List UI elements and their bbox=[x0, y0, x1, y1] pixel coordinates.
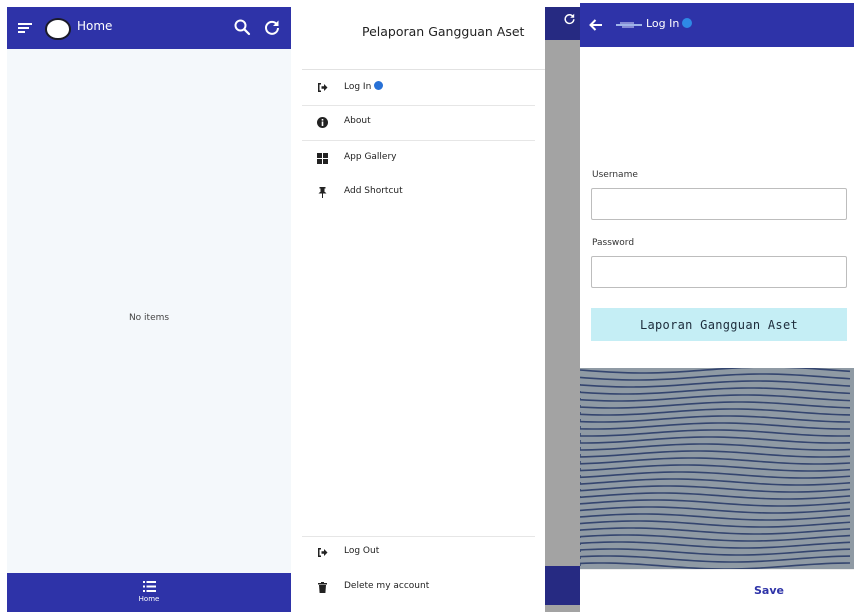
info-icon bbox=[317, 117, 328, 128]
wave-line bbox=[580, 436, 851, 444]
wave-line bbox=[580, 541, 851, 549]
wave-line bbox=[580, 471, 851, 479]
wave-line bbox=[580, 548, 851, 556]
drawer-item-delete-account[interactable]: Delete my account bbox=[302, 571, 545, 605]
wave-pattern-image bbox=[580, 368, 854, 569]
wave-line bbox=[580, 506, 851, 514]
drawer-item-label: Delete my account bbox=[344, 581, 430, 591]
login-icon bbox=[318, 83, 328, 92]
page-title: Log In bbox=[646, 17, 680, 30]
save-button[interactable]: Save bbox=[754, 584, 784, 597]
wave-line bbox=[580, 478, 851, 486]
status-dot bbox=[374, 81, 384, 90]
wave-line bbox=[580, 368, 851, 374]
pin-icon bbox=[318, 187, 327, 198]
menu-icon[interactable] bbox=[17, 20, 33, 36]
home-screen: Home No items Home bbox=[7, 7, 291, 612]
wave-line bbox=[580, 408, 851, 416]
app-banner-image: Laporan Gangguan Aset bbox=[591, 308, 847, 341]
wave-line bbox=[580, 394, 851, 402]
wave-line bbox=[580, 492, 851, 500]
wave-line bbox=[580, 485, 851, 493]
refresh-icon[interactable] bbox=[263, 18, 281, 36]
banner-text: Laporan Gangguan Aset bbox=[639, 318, 799, 332]
username-input[interactable] bbox=[591, 188, 847, 220]
wave-line bbox=[580, 534, 851, 542]
drawer-item-add-shortcut[interactable]: Add Shortcut bbox=[302, 176, 545, 210]
logo-icon bbox=[616, 22, 642, 28]
wave-line bbox=[580, 429, 851, 437]
gallery-icon bbox=[317, 153, 328, 164]
bottom-nav-home[interactable]: Home bbox=[7, 573, 291, 612]
password-label: Password bbox=[592, 238, 635, 248]
username-label: Username bbox=[592, 170, 638, 180]
drawer-item-label: Add Shortcut bbox=[344, 186, 403, 196]
page-title: Home bbox=[77, 19, 113, 33]
wave-line bbox=[580, 373, 851, 381]
login-footer: Save bbox=[580, 569, 854, 612]
trash-icon bbox=[318, 582, 327, 593]
list-icon bbox=[143, 581, 156, 592]
search-icon[interactable] bbox=[233, 18, 251, 36]
wave-line bbox=[580, 499, 851, 507]
wave-line bbox=[580, 527, 851, 535]
wave-line bbox=[580, 401, 851, 409]
drawer-item-logout[interactable]: Log Out bbox=[302, 536, 545, 570]
status-dot bbox=[682, 18, 693, 28]
navigation-drawer: Pelaporan Gangguan Aset Log In About App… bbox=[302, 0, 545, 612]
drawer-item-label: Log In bbox=[344, 82, 372, 92]
back-arrow-icon[interactable] bbox=[588, 17, 604, 33]
wave-line bbox=[580, 457, 851, 465]
drawer-item-label: App Gallery bbox=[344, 152, 397, 162]
wave-line bbox=[580, 415, 851, 423]
drawer-item-about[interactable]: About bbox=[302, 106, 545, 140]
divider bbox=[302, 140, 535, 141]
drawer-scrim[interactable] bbox=[545, 7, 581, 612]
login-screen: Log In Username Password Laporan Ganggua… bbox=[580, 3, 854, 612]
bottom-nav-label: Home bbox=[138, 595, 160, 603]
empty-state-text: No items bbox=[128, 313, 170, 323]
drawer-item-label: About bbox=[344, 116, 371, 126]
avatar[interactable] bbox=[45, 18, 71, 40]
wave-line bbox=[580, 555, 851, 563]
drawer-item-login[interactable]: Log In bbox=[302, 71, 545, 105]
wave-line bbox=[580, 422, 851, 430]
wave-line bbox=[580, 387, 851, 395]
drawer-item-app-gallery[interactable]: App Gallery bbox=[302, 142, 545, 176]
wave-line bbox=[580, 513, 851, 521]
password-input[interactable] bbox=[591, 256, 847, 288]
drawer-item-label: Log Out bbox=[344, 546, 380, 556]
login-app-bar: Log In bbox=[580, 3, 854, 47]
wave-line bbox=[580, 464, 851, 472]
wave-line bbox=[580, 520, 851, 528]
logout-icon bbox=[318, 548, 328, 557]
home-app-bar: Home bbox=[7, 7, 291, 49]
drawer-header: Pelaporan Gangguan Aset bbox=[302, 0, 545, 70]
wave-line bbox=[580, 443, 851, 451]
wave-line bbox=[580, 380, 851, 388]
drawer-title: Pelaporan Gangguan Aset bbox=[362, 24, 525, 39]
refresh-icon bbox=[564, 13, 575, 25]
dimmed-bottom-bar bbox=[545, 566, 581, 605]
wave-line bbox=[580, 450, 851, 458]
